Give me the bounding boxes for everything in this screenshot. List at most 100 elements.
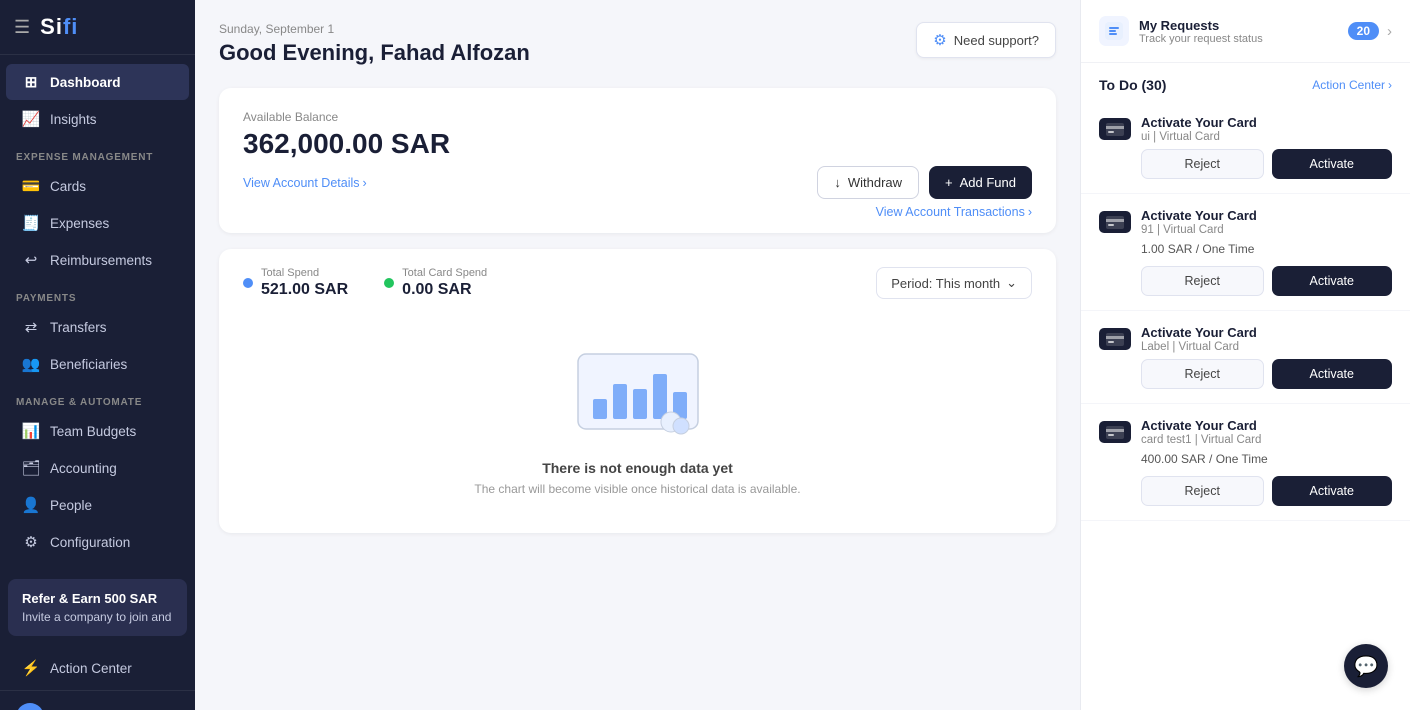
sidebar-item-label: Action Center [50, 661, 132, 676]
sidebar-item-label: Expenses [50, 216, 109, 231]
requests-badge: 20 [1348, 22, 1379, 40]
total-card-spend-item: Total Card Spend 0.00 SAR [384, 267, 487, 299]
card-action-buttons: Reject Activate [1141, 476, 1392, 506]
card-action-item: Activate Your Card Label | Virtual Card … [1081, 311, 1410, 404]
configuration-icon: ⚙ [22, 533, 40, 551]
view-account-details-link[interactable]: View Account Details › [243, 176, 367, 190]
sidebar-item-label: Beneficiaries [50, 357, 127, 372]
chevron-right-icon[interactable]: › [1387, 23, 1392, 40]
sidebar-item-accounting[interactable]: 🗂 Accounting [6, 450, 189, 486]
sidebar-item-beneficiaries[interactable]: 👥 Beneficiaries [6, 346, 189, 382]
period-button[interactable]: Period: This month ⌄ [876, 267, 1032, 299]
card-action-item: Activate Your Card card test1 | Virtual … [1081, 404, 1410, 521]
sidebar-item-configuration[interactable]: ⚙ Configuration [6, 524, 189, 560]
empty-chart: There is not enough data yet The chart w… [243, 315, 1032, 515]
sidebar-item-label: Configuration [50, 535, 130, 550]
action-center-link[interactable]: Action Center › [1312, 78, 1392, 92]
reject-button[interactable]: Reject [1141, 359, 1264, 389]
sidebar: ☰ Sifi ⊞ Dashboard 📈 Insights Expense Ma… [0, 0, 195, 710]
sidebar-item-dashboard[interactable]: ⊞ Dashboard [6, 64, 189, 100]
greeting-date: Sunday, September 1 [219, 22, 530, 36]
balance-label: Available Balance [243, 110, 1032, 124]
spend-header: Total Spend 521.00 SAR Total Card Spend … [243, 267, 1032, 299]
card-icon [1099, 328, 1131, 350]
sidebar-item-transfers[interactable]: ⇄ Transfers [6, 309, 189, 345]
empty-title: There is not enough data yet [542, 460, 733, 476]
total-spend-dot [243, 278, 253, 288]
sidebar-item-team-budgets[interactable]: 📊 Team Budgets [6, 413, 189, 449]
expense-management-section: Expense Management [0, 138, 195, 167]
spend-card: Total Spend 521.00 SAR Total Card Spend … [219, 249, 1056, 533]
requests-icon [1099, 16, 1129, 46]
card-icon [1099, 118, 1131, 140]
sidebar-item-reimbursements[interactable]: ↩ Reimbursements [6, 242, 189, 278]
greeting-section: Sunday, September 1 Good Evening, Fahad … [219, 22, 530, 66]
dashboard-icon: ⊞ [22, 73, 40, 91]
action-center-icon: ⚡ [22, 659, 40, 677]
reject-button[interactable]: Reject [1141, 149, 1264, 179]
activate-button[interactable]: Activate [1272, 359, 1393, 389]
activate-button[interactable]: Activate [1272, 149, 1393, 179]
reject-button[interactable]: Reject [1141, 266, 1264, 296]
sidebar-item-action-center[interactable]: ⚡ Action Center [6, 650, 189, 686]
card-icon [1099, 421, 1131, 443]
support-button[interactable]: ⚙ Need support? [916, 22, 1056, 58]
payments-section: Payments [0, 279, 195, 308]
card-icon [1099, 211, 1131, 233]
empty-sub: The chart will become visible once histo… [474, 482, 800, 496]
withdraw-button[interactable]: ↓ Withdraw [817, 166, 919, 199]
sidebar-item-label: Cards [50, 179, 86, 194]
activate-button[interactable]: Activate [1272, 266, 1393, 296]
refer-sub: Invite a company to join and [22, 610, 173, 624]
sidebar-item-label: Accounting [50, 461, 117, 476]
right-panel: My Requests Track your request status 20… [1080, 0, 1410, 710]
sidebar-item-label: Insights [50, 112, 97, 127]
card-action-header: Activate Your Card 91 | Virtual Card [1099, 208, 1392, 236]
card-action-subtitle: ui | Virtual Card [1141, 131, 1257, 143]
support-icon: ⚙ [933, 31, 946, 49]
chevron-right-icon: › [1388, 78, 1392, 92]
add-fund-button[interactable]: + Add Fund [929, 166, 1032, 199]
balance-buttons: ↓ Withdraw + Add Fund [817, 166, 1032, 199]
card-action-subtitle: card test1 | Virtual Card [1141, 434, 1261, 446]
card-action-list: Activate Your Card ui | Virtual Card Rej… [1081, 101, 1410, 521]
total-spend-item: Total Spend 521.00 SAR [243, 267, 348, 299]
card-action-buttons: Reject Activate [1141, 266, 1392, 296]
balance-card: Available Balance 362,000.00 SAR View Ac… [219, 88, 1056, 233]
card-action-title: Activate Your Card [1141, 325, 1257, 340]
hamburger-icon[interactable]: ☰ [14, 17, 30, 38]
card-action-subtitle: 91 | Virtual Card [1141, 224, 1257, 236]
avatar: F [16, 703, 44, 710]
refer-box[interactable]: Refer & Earn 500 SAR Invite a company to… [8, 579, 187, 636]
card-action-header: Activate Your Card card test1 | Virtual … [1099, 418, 1392, 446]
todo-header: To Do (30) Action Center › [1081, 63, 1410, 101]
card-action-subtitle: Label | Virtual Card [1141, 341, 1257, 353]
refer-title: Refer & Earn 500 SAR [22, 591, 173, 606]
chart-illustration [573, 334, 703, 444]
sidebar-item-insights[interactable]: 📈 Insights [6, 101, 189, 137]
sidebar-item-expenses[interactable]: 🧾 Expenses [6, 205, 189, 241]
right-panel-header: My Requests Track your request status 20… [1081, 0, 1410, 63]
top-bar: Sunday, September 1 Good Evening, Fahad … [219, 22, 1056, 66]
card-action-buttons: Reject Activate [1141, 359, 1392, 389]
sidebar-item-label: Reimbursements [50, 253, 152, 268]
chevron-down-icon: ⌄ [1006, 275, 1017, 291]
manage-automate-section: Manage & Automate [0, 383, 195, 412]
activate-button[interactable]: Activate [1272, 476, 1393, 506]
requests-sub: Track your request status [1139, 33, 1263, 45]
balance-amount: 362,000.00 SAR [243, 128, 1032, 160]
chat-bubble[interactable]: 💬 [1344, 644, 1388, 688]
card-action-header: Activate Your Card ui | Virtual Card [1099, 115, 1392, 143]
sidebar-item-label: Dashboard [50, 75, 121, 90]
reimbursements-icon: ↩ [22, 251, 40, 269]
view-account-transactions-link[interactable]: View Account Transactions › [243, 205, 1032, 233]
sidebar-item-people[interactable]: 👤 People [6, 487, 189, 523]
chat-icon: 💬 [1354, 654, 1379, 679]
sidebar-item-cards[interactable]: 💳 Cards [6, 168, 189, 204]
reject-button[interactable]: Reject [1141, 476, 1264, 506]
card-action-header: Activate Your Card Label | Virtual Card [1099, 325, 1392, 353]
beneficiaries-icon: 👥 [22, 355, 40, 373]
sidebar-footer[interactable]: F Fahad Alfozan ⌄ [0, 690, 195, 710]
insights-icon: 📈 [22, 110, 40, 128]
transfers-icon: ⇄ [22, 318, 40, 336]
